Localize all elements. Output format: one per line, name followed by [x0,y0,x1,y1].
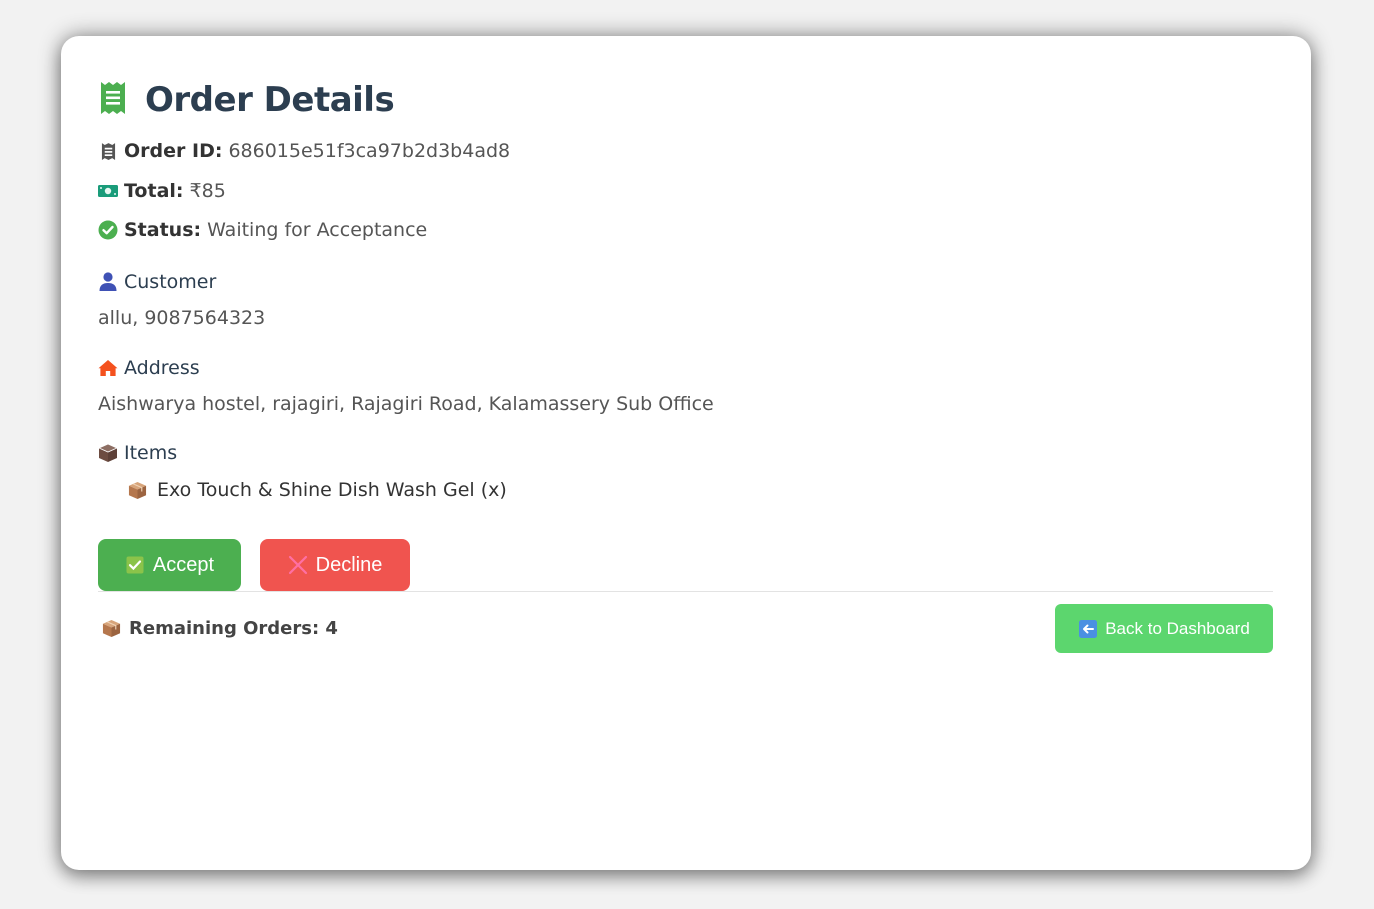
decline-label: Decline [315,553,383,576]
home-icon [98,358,118,378]
receipt-icon [98,141,118,161]
user-icon [98,272,118,292]
back-to-dashboard-label: Back to Dashboard [1105,618,1250,638]
money-icon [98,181,118,201]
remaining-orders-text: Remaining Orders: 4 [129,618,338,639]
total-label: Total: [124,180,184,202]
back-to-dashboard-button[interactable]: Back to Dashboard [1055,604,1273,653]
order-id-label: Order ID: [124,140,223,162]
item-label: Exo Touch & Shine Dish Wash Gel (x) [157,479,507,501]
decline-button[interactable]: Decline [260,539,410,591]
total-row: Total: ₹85 [98,180,226,202]
title-row: Order Details [99,80,395,120]
order-id-row: Order ID: 686015e51f3ca97b2d3b4ad8 [98,140,510,162]
items-heading: Items [98,442,177,464]
total-value: ₹85 [189,180,226,202]
page-title: Order Details [145,80,395,120]
status-value: Waiting for Acceptance [207,219,428,241]
order-id-value: 686015e51f3ca97b2d3b4ad8 [228,140,511,162]
box-icon [98,443,118,463]
order-card: Order Details Order ID: 686015e51f3ca97b… [61,36,1311,870]
address-heading-label: Address [124,357,200,379]
accept-label: Accept [152,553,215,576]
address-value: Aishwarya hostel, rajagiri, Rajagiri Roa… [98,393,714,415]
package-icon [127,480,147,500]
remaining-orders: Remaining Orders: 4 [101,618,338,639]
check-circle-icon [98,220,118,240]
left-arrow-icon [1078,619,1098,639]
cross-icon [288,555,308,575]
receipt-icon [99,81,127,119]
list-item: Exo Touch & Shine Dish Wash Gel (x) [127,479,507,501]
address-heading: Address [98,357,200,379]
status-label: Status: [124,219,202,241]
package-icon [101,619,121,639]
customer-heading-label: Customer [124,271,217,293]
check-box-icon [125,555,145,575]
divider [98,591,1273,592]
accept-button[interactable]: Accept [98,539,241,591]
status-row: Status: Waiting for Acceptance [98,219,427,241]
items-heading-label: Items [124,442,178,464]
customer-heading: Customer [98,271,216,293]
customer-value: allu, 9087564323 [98,307,266,329]
